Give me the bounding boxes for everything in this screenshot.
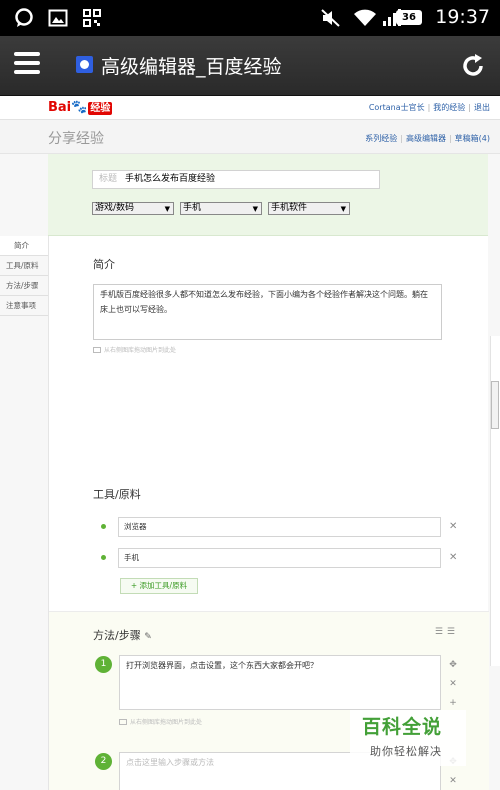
steps-heading: 方法/步骤 ✎ xyxy=(93,629,152,642)
tool-input[interactable]: 浏览器 xyxy=(118,517,441,537)
title-section: 标题 手机怎么发布百度经验 游戏/数码 ▼ 手机 ▼ 手机软件 ▼ xyxy=(48,154,488,236)
title-label: 标题 xyxy=(99,174,118,184)
title-value: 手机怎么发布百度经验 xyxy=(125,174,216,184)
dropdown-arrow-icon: ▼ xyxy=(252,205,258,213)
mute-icon xyxy=(321,9,340,27)
logout-link[interactable]: 退出 xyxy=(474,103,490,112)
user-nav: Cortana士官长 | 我的经验 | 退出 xyxy=(368,103,490,112)
battery-level: 36 xyxy=(396,10,422,25)
site-header: Bai🐾 经验 Cortana士官长 | 我的经验 | 退出 xyxy=(0,96,500,120)
category-select-1[interactable]: 游戏/数码 ▼ xyxy=(92,202,174,215)
clock: 19:37 xyxy=(435,6,490,28)
paw-icon: 🐾 xyxy=(71,100,88,115)
menu-icon[interactable] xyxy=(14,52,40,80)
tools-heading: 工具/原料 xyxy=(93,488,141,501)
sidebar-item-intro[interactable]: 简介 xyxy=(0,236,48,256)
web-page: Bai🐾 经验 Cortana士官长 | 我的经验 | 退出 分享经验 系列经验 | 高级编辑… xyxy=(0,96,500,790)
remove-tool-icon[interactable]: ✕ xyxy=(449,521,457,532)
step-number: 2 xyxy=(95,753,112,770)
remove-tool-icon[interactable]: ✕ xyxy=(449,552,457,563)
editor-links: 系列经验 | 高级编辑器 | 草稿箱(4) xyxy=(365,134,490,143)
watermark-subtitle: 助你轻松解决 xyxy=(370,745,442,758)
section-sidebar: 简介 工具/原料 方法/步骤 注意事项 xyxy=(0,236,48,316)
delete-step-icon[interactable]: ✕ xyxy=(447,772,459,790)
watermark-title: 百科全说 xyxy=(362,716,443,738)
move-icon[interactable]: ✥ xyxy=(447,656,459,675)
gallery-icon xyxy=(48,9,68,27)
list-style-icons: ☰☰ xyxy=(435,627,459,637)
browser-app-bar: 高级编辑器_百度经验 xyxy=(0,36,500,96)
intro-textarea[interactable]: 手机版百度经验很多人都不知道怎么发布经验，下面小编为各个经验作者解决这个问题。躺… xyxy=(93,284,442,340)
category-select-2[interactable]: 手机 ▼ xyxy=(180,202,262,215)
tool-row: 浏览器 xyxy=(101,517,441,537)
share-heading: 分享经验 xyxy=(48,131,104,147)
baidu-jingyan-logo[interactable]: Bai🐾 经验 xyxy=(48,99,113,115)
wifi-icon xyxy=(354,9,376,26)
step-controls: ✥ ✕ + xyxy=(447,656,459,713)
series-link[interactable]: 系列经验 xyxy=(365,134,397,143)
advanced-editor-link[interactable]: 高级编辑器 xyxy=(406,134,446,143)
qr-icon xyxy=(83,9,101,27)
reload-icon[interactable] xyxy=(460,53,486,79)
image-icon xyxy=(93,347,101,353)
username-link[interactable]: Cortana士官长 xyxy=(369,103,425,112)
intro-image-hint: 从右侧图库拖动图片到此处 xyxy=(93,345,176,354)
watermark: 百科全说 助你轻松解决 xyxy=(350,710,466,766)
step-textarea[interactable]: 打开浏览器界面，点击设置，这个东西大家都会开吧？ xyxy=(119,655,441,710)
baidu-favicon-icon xyxy=(76,56,93,73)
bullet-dot xyxy=(101,555,106,560)
edit-pencil-icon[interactable]: ✎ xyxy=(144,632,152,642)
category-select-3[interactable]: 手机软件 ▼ xyxy=(268,202,350,215)
status-bar: 36 19:37 xyxy=(0,0,500,36)
tool-input[interactable]: 手机 xyxy=(118,548,441,568)
delete-step-icon[interactable]: ✕ xyxy=(447,675,459,694)
numbered-list-icon[interactable]: ☰ xyxy=(435,627,447,637)
sidebar-item-notes[interactable]: 注意事项 xyxy=(0,296,48,316)
tool-row: 手机 xyxy=(101,548,441,568)
drafts-link[interactable]: 草稿箱(4) xyxy=(455,134,490,143)
intro-heading: 简介 xyxy=(93,258,115,271)
my-experience-link[interactable]: 我的经验 xyxy=(433,103,465,112)
page-title: 高级编辑器_百度经验 xyxy=(101,56,282,78)
scrollbar-thumb[interactable] xyxy=(491,381,499,429)
message-icon xyxy=(15,8,33,27)
title-input[interactable]: 标题 手机怎么发布百度经验 xyxy=(92,170,380,189)
dropdown-arrow-icon: ▼ xyxy=(340,205,346,213)
editor-content: 简介 手机版百度经验很多人都不知道怎么发布经验，下面小编为各个经验作者解决这个问… xyxy=(48,236,489,790)
bullet-dot xyxy=(101,524,106,529)
dropdown-arrow-icon: ▼ xyxy=(164,205,170,213)
step-image-hint: 从右侧图库拖动图片到此处 xyxy=(119,717,202,726)
step-number: 1 xyxy=(95,656,112,673)
editor-header: 分享经验 系列经验 | 高级编辑器 | 草稿箱(4) xyxy=(0,120,500,154)
bullet-list-icon[interactable]: ☰ xyxy=(447,627,459,637)
add-tool-button[interactable]: + 添加工具/原料 xyxy=(120,578,198,594)
sidebar-item-steps[interactable]: 方法/步骤 xyxy=(0,276,48,296)
image-icon xyxy=(119,719,127,725)
sidebar-item-tools[interactable]: 工具/原料 xyxy=(0,256,48,276)
